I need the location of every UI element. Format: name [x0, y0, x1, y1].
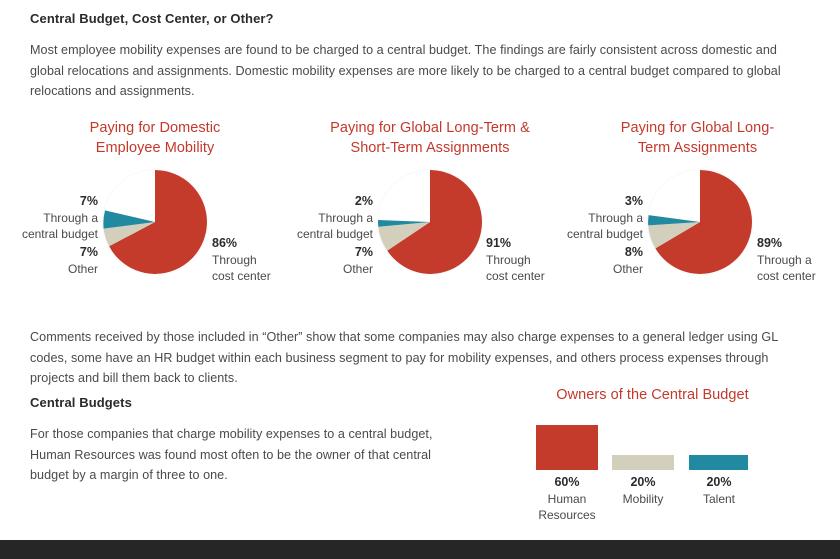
pie-chart-2-title: Paying for Global Long-Term & Short-Term…: [300, 118, 560, 158]
pie-chart-3-title-line2: Term Assignments: [637, 140, 758, 156]
central-budget-paragraph: For those companies that charge mobility…: [30, 427, 433, 482]
bar-mobility[interactable]: [612, 455, 674, 470]
pie-chart-2-cost-center-pct: 91%: [486, 236, 512, 250]
pie-chart-3-title: Paying for Global Long- Term Assignments: [585, 118, 810, 158]
bar-human-resources-pct: 60%: [554, 475, 580, 489]
pie-chart-3-central-budget-pct: 3%: [624, 194, 643, 208]
page-title: Central Budget, Cost Center, or Other?: [30, 11, 274, 26]
pie-chart-1-label-central-budget: 7% Through a central budget: [0, 193, 98, 243]
comments-paragraph: Comments received by those included in “…: [30, 330, 778, 385]
pie-chart-3-other-pct: 8%: [624, 245, 643, 259]
document-page: Central Budget, Cost Center, or Other? M…: [0, 0, 840, 559]
pie-chart-1-label-other: 7% Other: [0, 244, 98, 277]
pie-chart-3-label-central-budget: 3% Through a central budget: [545, 193, 643, 243]
pie-chart-2-label-central-budget: 2% Through a central budget: [275, 193, 373, 243]
pie-chart-1-cost-center-pct: 86%: [212, 236, 238, 250]
pie-chart-3-other-line1: Other: [612, 261, 643, 276]
pie-chart-2-cost-center-line1: Through: [486, 252, 531, 267]
bar-chart-title: Owners of the Central Budget: [556, 387, 749, 403]
pie-chart-2-graphic[interactable]: [378, 170, 482, 274]
subheading-central-budgets: Central Budgets: [30, 395, 132, 410]
pie-chart-1-title-line2: Employee Mobility: [95, 140, 215, 156]
bar-talent-line1: Talent: [702, 491, 736, 506]
pie-chart-1-graphic[interactable]: [103, 170, 207, 274]
pie-chart-2-title-line1: Paying for Global Long-Term &: [330, 120, 530, 136]
pie-chart-1-other-pct: 7%: [79, 245, 98, 259]
pie-chart-2-other-pct: 7%: [354, 245, 373, 259]
bar-label-talent: 20% Talent: [678, 474, 760, 507]
pie-chart-1-central-budget-pct: 7%: [79, 194, 98, 208]
pie-chart-1-title: Paying for Domestic Employee Mobility: [55, 118, 255, 158]
pie-chart-2-title-line2: Short-Term Assignments: [350, 140, 510, 156]
pie-chart-2-label-other: 7% Other: [275, 244, 373, 277]
bar-human-resources-line2: Resources: [538, 508, 596, 522]
bar-label-mobility: 20% Mobility: [602, 474, 684, 507]
pie-chart-2-central-budget-pct: 2%: [354, 194, 373, 208]
pie-chart-2-other-line1: Other: [342, 261, 373, 276]
bar-label-human-resources: 60% Human Resources: [526, 474, 608, 524]
pie-chart-3-label-other: 8% Other: [545, 244, 643, 277]
pie-chart-3-cost-center-line2: cost center: [757, 269, 816, 283]
pie-chart-3-cost-center-pct: 89%: [757, 236, 783, 250]
pie-chart-1-title-line1: Paying for Domestic: [89, 120, 221, 136]
footer-bar: [0, 540, 840, 559]
pie-chart-1-cost-center-line1: Through: [212, 252, 257, 267]
pie-chart-2-cost-center-line2: cost center: [486, 269, 545, 283]
pie-chart-3-title-line1: Paying for Global Long-: [620, 120, 775, 136]
bar-human-resources-line1: Human: [547, 491, 587, 506]
bar-mobility-line1: Mobility: [622, 491, 664, 506]
pie-chart-2-central-budget-line1: Through a: [318, 210, 373, 225]
pie-chart-3-label-cost-center: 89% Through a cost center: [757, 235, 840, 285]
pie-chart-1-central-budget-line1: Through a: [43, 210, 98, 225]
bar-mobility-pct: 20%: [630, 475, 656, 489]
bar-talent-pct: 20%: [706, 475, 732, 489]
bar-human-resources[interactable]: [536, 425, 598, 470]
pie-chart-3-cost-center-line1: Through a: [757, 252, 812, 267]
bar-talent[interactable]: [689, 455, 748, 470]
pie-chart-1-other-line1: Other: [67, 261, 98, 276]
pie-chart-3-graphic[interactable]: [648, 170, 752, 274]
pie-chart-1-cost-center-line2: cost center: [212, 269, 271, 283]
pie-chart-3-central-budget-line2: central budget: [566, 227, 643, 241]
bar-chart-owners-of-the-central-budget: Owners of the Central Budget 60% Human R…: [510, 385, 830, 530]
pie-chart-1-central-budget-line2: central budget: [21, 227, 98, 241]
pie-chart-2-central-budget-line2: central budget: [296, 227, 373, 241]
pie-chart-3-central-budget-line1: Through a: [588, 210, 643, 225]
intro-paragraph: Most employee mobility expenses are foun…: [30, 43, 781, 98]
bar-chart-plot-area: [510, 410, 830, 470]
